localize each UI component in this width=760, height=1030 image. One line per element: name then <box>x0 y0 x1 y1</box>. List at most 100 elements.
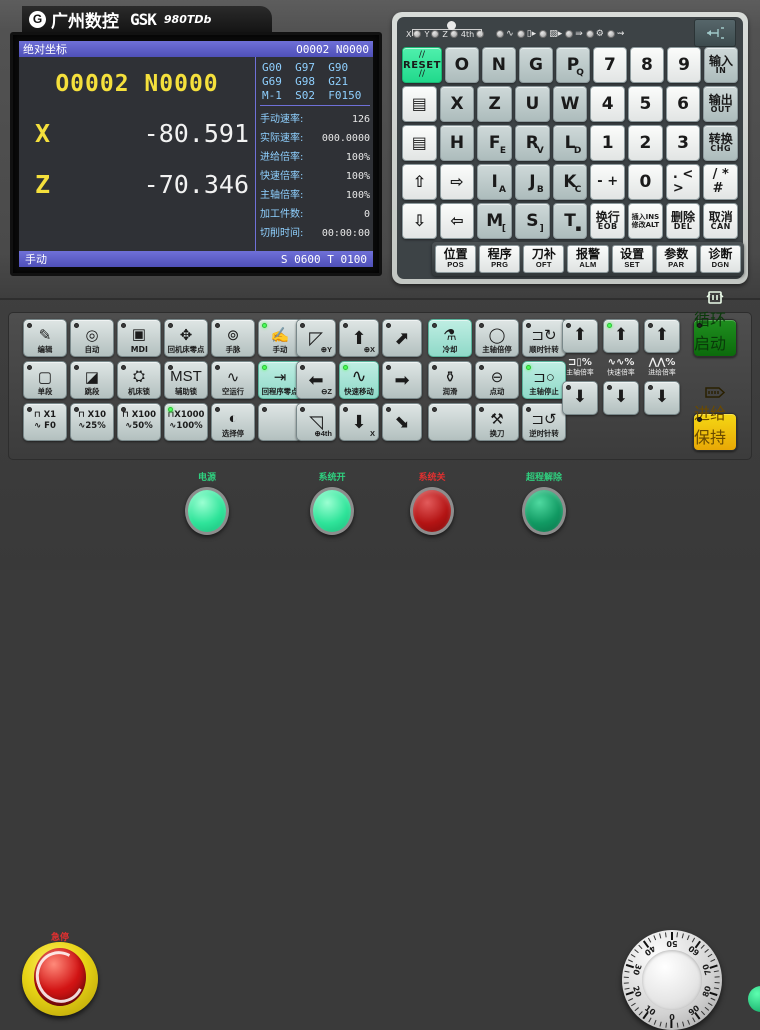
indicator-lamp[interactable] <box>185 487 229 535</box>
system-on-button[interactable]: 系统开 <box>310 470 354 535</box>
change-key[interactable]: 转换 CHG <box>703 125 739 161</box>
key-s-bracket[interactable]: S] <box>515 203 550 239</box>
jog-4th-button[interactable]: ◹ ⊕4th <box>296 403 336 441</box>
single-block-button[interactable]: ▢ 单段 <box>23 361 67 399</box>
jog-diag-se-button[interactable]: ⬊ <box>382 403 422 441</box>
program-key[interactable]: 程序 PRG <box>479 245 521 273</box>
key-i-a[interactable]: IA <box>477 164 513 200</box>
feed-hold-button[interactable]: 进给保持 <box>693 387 737 451</box>
insert-alter-key[interactable]: 插入INS 修改ALT <box>628 203 663 239</box>
key-m-bracket[interactable]: M[ <box>477 203 513 239</box>
indicator-lamp[interactable] <box>410 487 454 535</box>
jog-diag-ne-button[interactable]: ⬈ <box>382 319 422 357</box>
key-minus-plus[interactable]: - + <box>590 164 626 200</box>
feed-override-up-button[interactable]: ⬆ <box>644 319 680 353</box>
key-n[interactable]: N <box>481 47 516 83</box>
spindle-jog-button[interactable]: ◯ 主轴倍停 <box>475 319 519 357</box>
step-x1-button[interactable]: ⊓ X1 ∿ F0 <box>23 403 67 441</box>
dry-run-button[interactable]: ∿ 空运行 <box>211 361 255 399</box>
key-0[interactable]: 0 <box>628 164 663 200</box>
overtravel-release-button[interactable]: 超程解除 <box>522 470 566 535</box>
rapid-traverse-button[interactable]: ∿ 快速移动 <box>339 361 379 399</box>
key-1[interactable]: 1 <box>590 125 626 161</box>
jog-button[interactable]: ⊖ 点动 <box>475 361 519 399</box>
cursor-up-key[interactable]: ⇧ <box>402 164 437 200</box>
key-h[interactable]: H <box>439 125 475 161</box>
spindle-override-down-button[interactable]: ⬇ <box>562 380 598 415</box>
emergency-stop-button[interactable]: 急停 <box>22 933 98 1016</box>
key-8[interactable]: 8 <box>629 47 664 83</box>
position-key[interactable]: 位置 POS <box>435 245 477 273</box>
jog-y-plus-button[interactable]: ◸ ⊕Y <box>296 319 336 357</box>
key-r-v[interactable]: RV <box>515 125 550 161</box>
handwheel-button[interactable]: ⊚ 手脉 <box>211 319 255 357</box>
input-key[interactable]: 输入 IN <box>704 47 739 83</box>
tool-change-button[interactable]: ⚒ 换刀 <box>475 403 519 441</box>
aux-lock-button[interactable]: MST 辅助锁 <box>164 361 208 399</box>
cycle-start-button[interactable]: 循环启动 <box>693 291 737 357</box>
key-w[interactable]: W <box>552 86 588 122</box>
machine-lock-button[interactable]: ⛭ 机床锁 <box>117 361 161 399</box>
spindle-cw-button[interactable]: ⊐↻ 顺时针转 <box>522 319 566 357</box>
feed-override-dial[interactable]: 0 10 20 30 40 50 60 70 80 90 <box>622 930 722 1030</box>
system-off-button[interactable]: 系统关 <box>410 470 454 535</box>
jog-x-plus-button[interactable]: ⬆ ⊕X <box>339 319 379 357</box>
parameter-key[interactable]: 参数 PAR <box>655 245 697 273</box>
page-down-key[interactable]: ▤ <box>402 125 437 161</box>
machine-zero-button[interactable]: ✥ 回机床零点 <box>164 319 208 357</box>
cancel-key[interactable]: 取消 CAN <box>703 203 739 239</box>
alarm-key[interactable]: 报警 ALM <box>567 245 609 273</box>
key-k-c[interactable]: KC <box>552 164 588 200</box>
key-f-e[interactable]: FE <box>477 125 513 161</box>
spindle-ccw-button[interactable]: ⊐↺ 逆时针转 <box>522 403 566 441</box>
lubrication-button[interactable]: ⚱ 润滑 <box>428 361 472 399</box>
feed-override-down-button[interactable]: ⬇ <box>644 380 680 415</box>
jog-z-minus-button[interactable]: ⬅ ⊖Z <box>296 361 336 399</box>
blank2-button[interactable] <box>428 403 472 441</box>
mode-edit-button[interactable]: ✎ 编辑 <box>23 319 67 357</box>
mode-mdi-button[interactable]: ▣ MDI <box>117 319 161 357</box>
mode-auto-button[interactable]: ◎ 自动 <box>70 319 114 357</box>
key-x[interactable]: X <box>439 86 475 122</box>
cursor-down-key[interactable]: ⇩ <box>402 203 437 239</box>
key-gt-lt[interactable]: . < > <box>665 164 701 200</box>
key-9[interactable]: 9 <box>666 47 701 83</box>
offset-key[interactable]: 刀补 OFT <box>523 245 565 273</box>
key-l-d[interactable]: LD <box>552 125 588 161</box>
diagnosis-key[interactable]: 诊断 DGN <box>699 245 741 273</box>
key-o[interactable]: O <box>444 47 479 83</box>
key-z[interactable]: Z <box>477 86 513 122</box>
indicator-lamp[interactable] <box>522 487 566 535</box>
spindle-stop-button[interactable]: ⊐○ 主轴停止 <box>522 361 566 399</box>
step-x10-button[interactable]: ⊓ X10 ∿25% <box>70 403 114 441</box>
dial-knob[interactable] <box>642 950 702 1010</box>
key-5[interactable]: 5 <box>628 86 663 122</box>
rapid-override-down-button[interactable]: ⬇ <box>603 380 639 415</box>
key-u[interactable]: U <box>515 86 550 122</box>
coolant-button[interactable]: ⚗ 冷却 <box>428 319 472 357</box>
spindle-override-up-button[interactable]: ⬆ <box>562 319 598 353</box>
key-2[interactable]: 2 <box>628 125 663 161</box>
key-4[interactable]: 4 <box>590 86 626 122</box>
jog-z-plus-button[interactable]: ➡ <box>382 361 422 399</box>
block-skip-button[interactable]: ◪ 跳段 <box>70 361 114 399</box>
delete-key[interactable]: 删除 DEL <box>665 203 701 239</box>
key-p-q[interactable]: PQ <box>555 47 590 83</box>
key-slash-hash[interactable]: / * # <box>703 164 739 200</box>
power-button[interactable]: 电源 <box>185 470 229 535</box>
cursor-left-key[interactable]: ⇦ <box>439 203 475 239</box>
key-3[interactable]: 3 <box>665 125 701 161</box>
key-j-b[interactable]: JB <box>515 164 550 200</box>
reset-key[interactable]: //RESET// <box>402 47 442 83</box>
page-up-key[interactable]: ▤ <box>402 86 437 122</box>
step-x100-button[interactable]: ⊓ X100 ∿50% <box>117 403 161 441</box>
key-g[interactable]: G <box>518 47 553 83</box>
cursor-right-key[interactable]: ⇨ <box>439 164 475 200</box>
setting-key[interactable]: 设置 SET <box>611 245 653 273</box>
step-x1000-button[interactable]: ⊓X1000 ∿100% <box>164 403 208 441</box>
key-7[interactable]: 7 <box>592 47 627 83</box>
jog-x-minus-button[interactable]: ⬇ X <box>339 403 379 441</box>
key-6[interactable]: 6 <box>665 86 701 122</box>
indicator-lamp[interactable] <box>310 487 354 535</box>
key-t-dot[interactable]: T ▪ <box>552 203 588 239</box>
